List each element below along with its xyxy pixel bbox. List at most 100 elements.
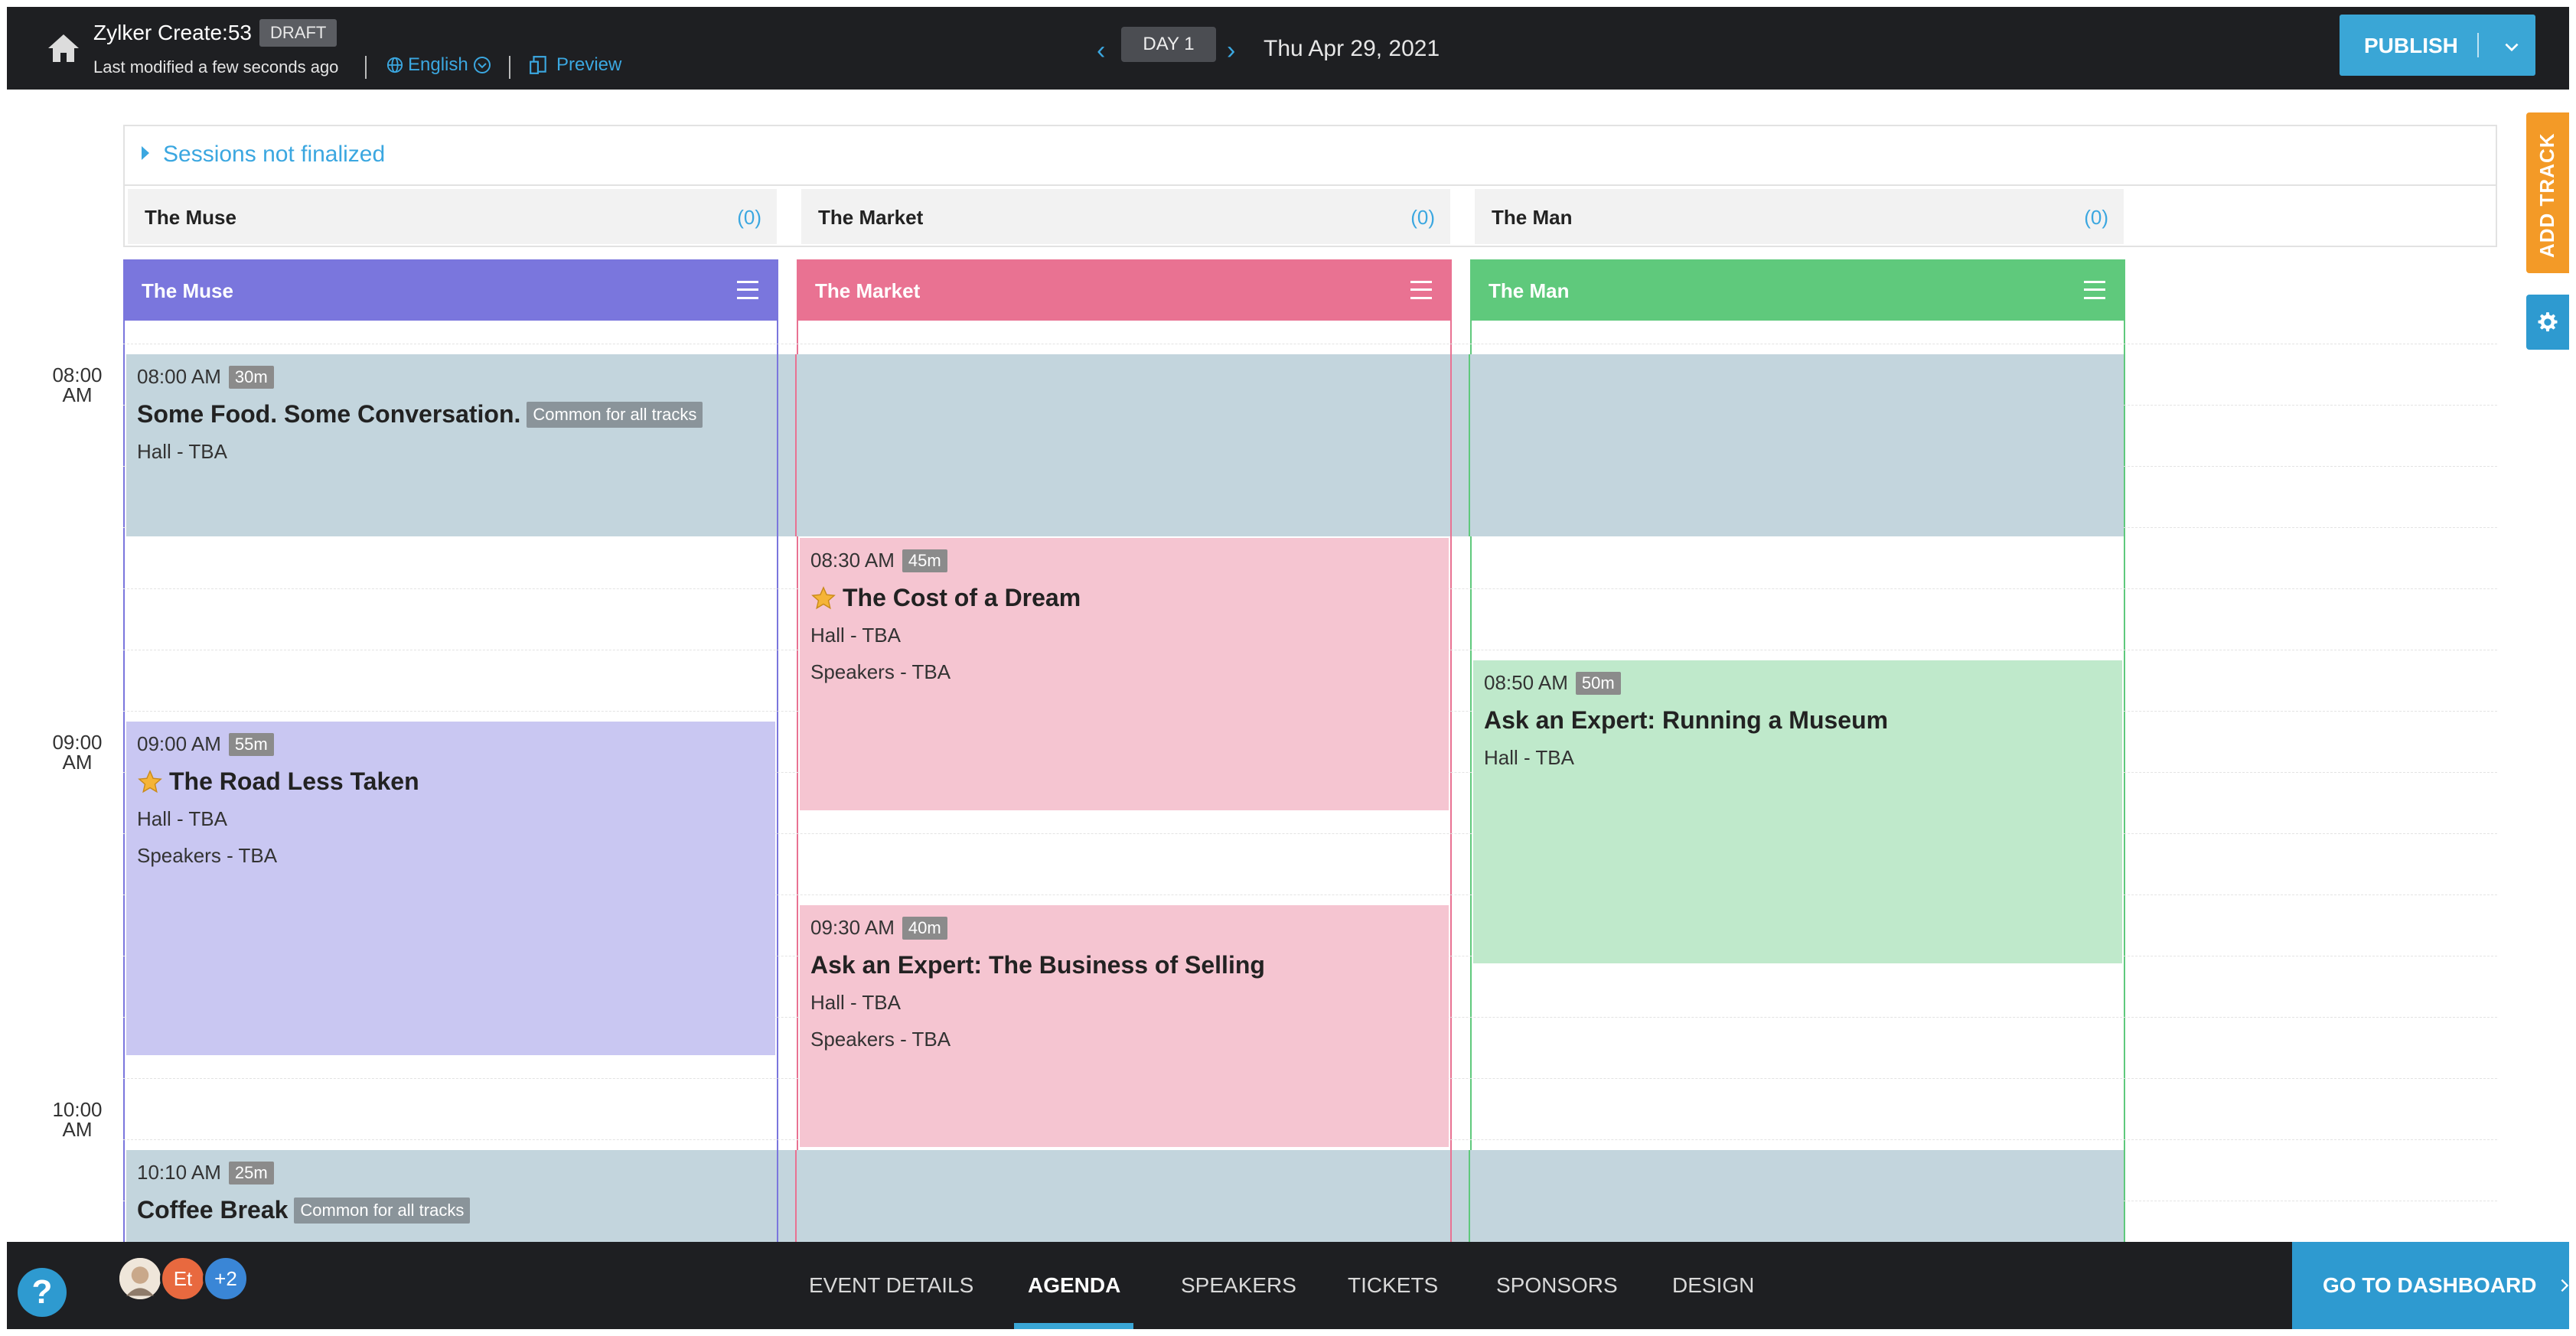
duration-badge: 55m: [228, 732, 274, 756]
session-card[interactable]: 08:30 AM 45m The Cost of a Dream Hall - T…: [800, 538, 1449, 810]
publish-label: PUBLISH: [2364, 34, 2458, 57]
avatar[interactable]: [117, 1256, 163, 1302]
gear-icon: [2538, 312, 2558, 332]
dashboard-label: GO TO DASHBOARD: [2323, 1273, 2537, 1297]
chevron-right-icon[interactable]: ›: [1227, 36, 1235, 66]
track-name: The Muse: [145, 206, 236, 229]
session-card-common[interactable]: 10:10 AM 25m Coffee Break Common for all t…: [126, 1150, 2124, 1254]
session-start: 09:30 AM: [810, 916, 895, 939]
settings-button[interactable]: [2526, 295, 2569, 350]
expand-triangle-icon: [142, 146, 149, 160]
preview-icon: [530, 56, 546, 74]
session-time: 08:50 AM 50m: [1484, 671, 1621, 695]
add-track-button[interactable]: ADD TRACK: [2526, 112, 2569, 273]
avatar[interactable]: Et: [160, 1256, 206, 1302]
session-speakers: Speakers - TBA: [810, 1028, 951, 1051]
session-time: 08:30 AM 45m: [810, 549, 947, 572]
time-label: 10:00 AM: [41, 1100, 114, 1139]
app-frame: Zylker Create:53 DRAFT Last modified a f…: [7, 7, 2569, 1329]
session-title: Ask an Expert: Running a Museum: [1484, 706, 1888, 735]
track-header-name: The Market: [815, 279, 921, 302]
session-title: Some Food. Some Conversation. Common for …: [137, 400, 703, 428]
column-divider: [795, 1150, 797, 1254]
home-icon[interactable]: [45, 30, 82, 67]
session-title-text: The Road Less Taken: [169, 767, 419, 795]
duration-badge: 30m: [228, 365, 274, 389]
preview-link[interactable]: Preview: [529, 54, 621, 76]
time-period: AM: [62, 383, 93, 406]
tab-tickets[interactable]: TICKETS: [1348, 1242, 1438, 1329]
session-hall: Hall - TBA: [137, 807, 227, 830]
menu-icon[interactable]: [737, 281, 758, 299]
top-bar: Zylker Create:53 DRAFT Last modified a f…: [7, 7, 2569, 90]
session-hall: Hall - TBA: [810, 624, 901, 647]
avatar-more[interactable]: +2: [203, 1256, 249, 1302]
session-hall: Hall - TBA: [810, 991, 901, 1014]
question-icon[interactable]: ?: [18, 1268, 67, 1317]
menu-icon[interactable]: [2084, 281, 2105, 299]
chevron-down-circle-icon: [473, 57, 491, 73]
session-card[interactable]: 09:00 AM 55m The Road Less Taken Hall - T…: [126, 722, 775, 1055]
unfinalized-panel[interactable]: Sessions not finalized: [123, 125, 2497, 184]
language-selector[interactable]: English: [386, 54, 491, 76]
time-period: AM: [62, 751, 93, 774]
chevron-left-icon[interactable]: ‹: [1097, 36, 1105, 66]
track-header: The Market: [797, 259, 1452, 321]
user-photo-icon: [119, 1258, 161, 1299]
session-start: 10:10 AM: [137, 1161, 221, 1184]
session-card-common[interactable]: 08:00 AM 30m Some Food. Some Conversation…: [126, 354, 2124, 536]
track-header-name: The Man: [1489, 279, 1570, 302]
publish-button[interactable]: PUBLISH: [2340, 15, 2535, 76]
tab-event-details[interactable]: EVENT DETAILS: [809, 1242, 973, 1329]
unfinalized-track[interactable]: The Market (0): [801, 189, 1450, 244]
session-time: 08:00 AM 30m: [137, 365, 274, 389]
time-hour: 10:00: [52, 1098, 103, 1121]
bottom-bar: ? Et +2 EVENT DETAILS AGENDA SPEAKERS TI…: [7, 1242, 2569, 1329]
day-selector[interactable]: DAY 1: [1121, 27, 1216, 62]
go-to-dashboard-button[interactable]: GO TO DASHBOARD: [2292, 1242, 2569, 1329]
status-badge: DRAFT: [259, 19, 337, 47]
unfinalized-track[interactable]: The Muse (0): [128, 189, 777, 244]
divider: [365, 56, 367, 79]
session-card[interactable]: 08:50 AM 50m Ask an Expert: Running a Mus…: [1473, 660, 2122, 963]
time-label: 08:00 AM: [41, 365, 114, 405]
time-label: 09:00 AM: [41, 732, 114, 772]
time-period: AM: [62, 1118, 93, 1141]
language-label: English: [408, 54, 468, 75]
duration-badge: 45m: [902, 549, 947, 572]
track-name: The Market: [818, 206, 924, 229]
tab-speakers[interactable]: SPEAKERS: [1181, 1242, 1296, 1329]
session-hall: Hall - TBA: [1484, 746, 1574, 769]
unfinalized-label: Sessions not finalized: [163, 142, 386, 167]
session-hall: Hall - TBA: [137, 440, 227, 463]
session-time: 09:30 AM 40m: [810, 916, 947, 940]
menu-icon[interactable]: [1410, 281, 1432, 299]
common-badge: Common for all tracks: [527, 401, 703, 428]
duration-badge: 25m: [228, 1161, 274, 1184]
session-title-text: The Cost of a Dream: [843, 584, 1081, 611]
active-tab-indicator: [1014, 1323, 1133, 1329]
common-badge: Common for all tracks: [294, 1197, 471, 1224]
tab-agenda[interactable]: AGENDA: [1028, 1242, 1120, 1329]
chevron-down-icon[interactable]: [2502, 37, 2522, 57]
star-icon: [138, 769, 162, 793]
event-title: Zylker Create:53: [93, 21, 252, 44]
column-divider: [795, 354, 797, 536]
tab-design[interactable]: DESIGN: [1672, 1242, 1754, 1329]
session-card[interactable]: 09:30 AM 40m Ask an Expert: The Business …: [800, 905, 1449, 1147]
add-track-label: ADD TRACK: [2535, 132, 2558, 258]
star-icon: [811, 585, 836, 609]
session-start: 09:00 AM: [137, 732, 221, 755]
duration-badge: 40m: [902, 916, 947, 940]
column-divider: [1450, 1150, 1452, 1254]
day-date: Thu Apr 29, 2021: [1264, 36, 1440, 61]
tab-sponsors[interactable]: SPONSORS: [1496, 1242, 1618, 1329]
column-divider: [1450, 354, 1452, 536]
column-divider: [777, 1150, 778, 1254]
chevron-right-icon: [2561, 1279, 2569, 1292]
session-start: 08:50 AM: [1484, 671, 1568, 694]
duration-badge: 50m: [1575, 671, 1621, 695]
time-hour: 08:00: [52, 363, 103, 386]
unfinalized-track[interactable]: The Man (0): [1475, 189, 2124, 244]
column-divider: [777, 354, 778, 536]
